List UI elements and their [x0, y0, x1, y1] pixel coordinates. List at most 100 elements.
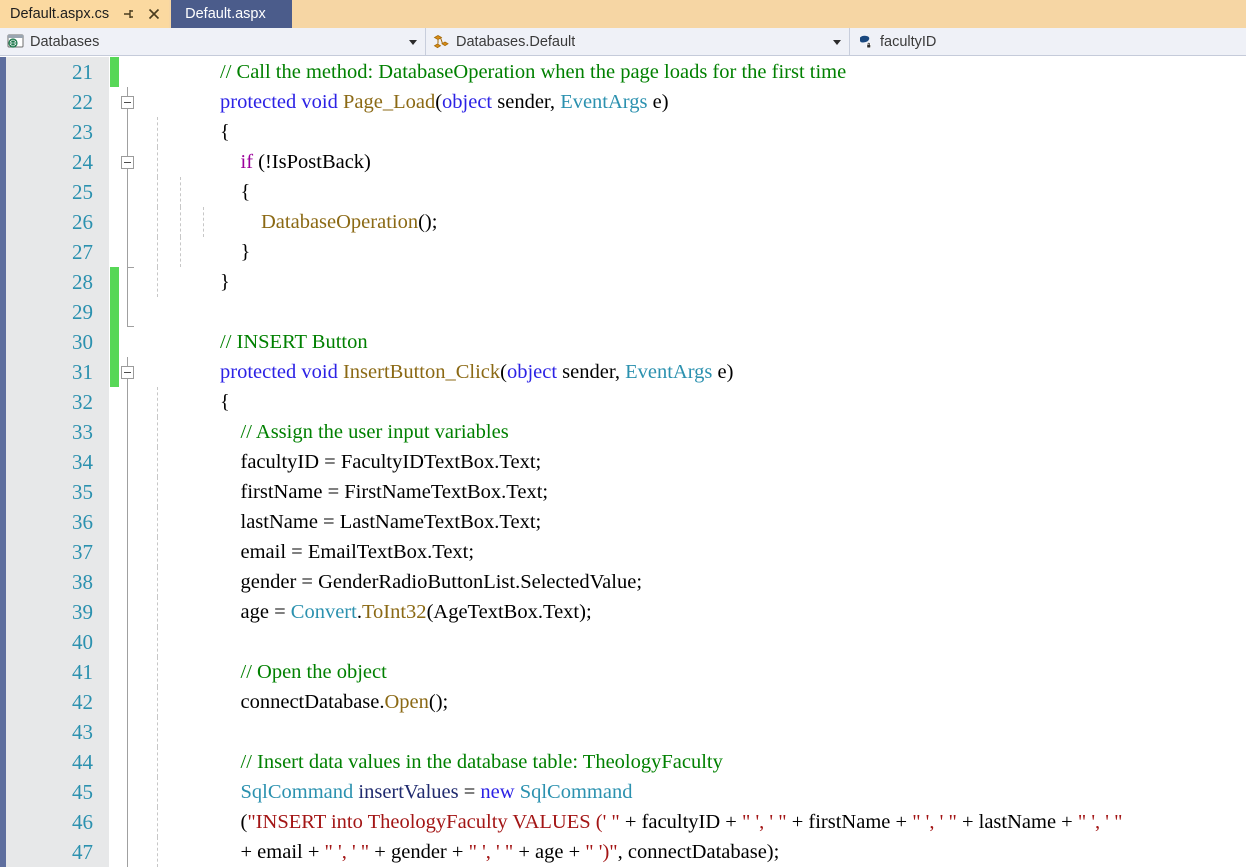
code-line[interactable]: 22 protected void Page_Load(object sende…: [0, 87, 1246, 117]
code-line[interactable]: 45 SqlCommand insertValues = new SqlComm…: [0, 777, 1246, 807]
member-dropdown[interactable]: facultyID: [849, 28, 1246, 55]
code-token: e): [647, 91, 669, 113]
code-line[interactable]: 30 // INSERT Button: [0, 327, 1246, 357]
chevron-down-icon[interactable]: [833, 39, 841, 45]
code-line[interactable]: 41 // Open the object: [0, 657, 1246, 687]
code-line[interactable]: 46 ("INSERT into TheologyFaculty VALUES …: [0, 807, 1246, 837]
code-token: e): [712, 361, 734, 383]
code-text[interactable]: facultyID = FacultyIDTextBox.Text;: [138, 447, 542, 477]
code-text[interactable]: ("INSERT into TheologyFaculty VALUES (' …: [138, 807, 1123, 837]
code-line[interactable]: 34 facultyID = FacultyIDTextBox.Text;: [0, 447, 1246, 477]
code-line[interactable]: 23 {: [0, 117, 1246, 147]
code-line[interactable]: 25 {: [0, 177, 1246, 207]
code-line[interactable]: 37 email = EmailTextBox.Text;: [0, 537, 1246, 567]
tab-default-aspx-cs[interactable]: Default.aspx.cs: [0, 0, 170, 28]
code-line[interactable]: 35 firstName = FirstNameTextBox.Text;: [0, 477, 1246, 507]
code-text[interactable]: age = Convert.ToInt32(AgeTextBox.Text);: [138, 597, 592, 627]
code-line[interactable]: 38 gender = GenderRadioButtonList.Select…: [0, 567, 1246, 597]
code-token: + gender +: [369, 841, 469, 863]
code-token: InsertButton_Click: [342, 361, 501, 383]
line-number: 23: [6, 117, 98, 147]
fold-collapse-button[interactable]: [121, 156, 134, 169]
code-token: + lastName +: [956, 811, 1078, 833]
code-line[interactable]: 27 }: [0, 237, 1246, 267]
chevron-down-icon[interactable]: [409, 39, 417, 45]
code-text[interactable]: + email + " ', ' " + gender + " ', ' " +…: [138, 837, 780, 867]
code-token: " ', ' ": [912, 811, 957, 833]
code-line[interactable]: 39 age = Convert.ToInt32(AgeTextBox.Text…: [0, 597, 1246, 627]
code-token: "INSERT into TheologyFaculty VALUES (' ": [247, 811, 620, 833]
code-line[interactable]: 40: [0, 627, 1246, 657]
code-text[interactable]: gender = GenderRadioButtonList.SelectedV…: [138, 567, 643, 597]
code-line[interactable]: 26 DatabaseOperation();: [0, 207, 1246, 237]
type-dropdown[interactable]: Databases.Default: [425, 28, 849, 55]
code-text[interactable]: // Assign the user input variables: [138, 417, 509, 447]
code-text[interactable]: {: [138, 177, 251, 207]
code-line[interactable]: 28 }: [0, 267, 1246, 297]
project-dropdown[interactable]: Databases: [0, 28, 425, 55]
code-text[interactable]: // Call the method: DatabaseOperation wh…: [138, 57, 846, 87]
change-bar: [110, 507, 119, 537]
code-line[interactable]: 43: [0, 717, 1246, 747]
code-line[interactable]: 33 // Assign the user input variables: [0, 417, 1246, 447]
code-text[interactable]: DatabaseOperation();: [138, 207, 437, 237]
close-icon[interactable]: [147, 7, 161, 21]
code-text[interactable]: email = EmailTextBox.Text;: [138, 537, 475, 567]
code-text[interactable]: }: [138, 237, 251, 267]
code-text[interactable]: protected void Page_Load(object sender, …: [138, 87, 669, 117]
code-text[interactable]: {: [138, 387, 230, 417]
code-token: sender,: [492, 91, 561, 113]
code-token: " ', ' ": [324, 841, 370, 863]
code-line[interactable]: 36 lastName = LastNameTextBox.Text;: [0, 507, 1246, 537]
code-text[interactable]: // Insert data values in the database ta…: [138, 747, 723, 777]
code-text[interactable]: {: [138, 117, 230, 147]
code-token: object: [442, 91, 493, 113]
code-line[interactable]: 42 connectDatabase.Open();: [0, 687, 1246, 717]
indent-guide: [157, 717, 158, 747]
pin-icon[interactable]: [122, 7, 136, 21]
code-text[interactable]: // Open the object: [138, 657, 387, 687]
code-line-list: 21 // Call the method: DatabaseOperation…: [0, 57, 1246, 867]
code-text[interactable]: connectDatabase.Open();: [138, 687, 449, 717]
fold-connector: [127, 837, 128, 867]
code-line[interactable]: 24 if (!IsPostBack): [0, 147, 1246, 177]
code-token: " ', ' ": [741, 811, 787, 833]
code-text[interactable]: SqlCommand insertValues = new SqlCommand: [138, 777, 633, 807]
fold-collapse-button[interactable]: [121, 96, 134, 109]
code-token: age =: [138, 601, 291, 623]
code-token: (: [500, 361, 507, 383]
code-text[interactable]: lastName = LastNameTextBox.Text;: [138, 507, 542, 537]
fold-connector: [127, 207, 128, 237]
fold-collapse-button[interactable]: [121, 366, 134, 379]
change-bar: [110, 627, 119, 657]
code-token: connectDatabase.: [138, 691, 385, 713]
code-text[interactable]: protected void InsertButton_Click(object…: [138, 357, 733, 387]
code-line[interactable]: 31 protected void InsertButton_Click(obj…: [0, 357, 1246, 387]
code-text[interactable]: // INSERT Button: [138, 327, 368, 357]
change-bar: [110, 447, 119, 477]
code-editor-surface[interactable]: 21 // Call the method: DatabaseOperation…: [0, 57, 1246, 867]
code-line[interactable]: 21 // Call the method: DatabaseOperation…: [0, 57, 1246, 87]
change-bar: [110, 237, 119, 267]
line-number: 25: [6, 177, 98, 207]
code-line[interactable]: 29: [0, 297, 1246, 327]
fold-connector: [127, 777, 128, 807]
code-text[interactable]: if (!IsPostBack): [138, 147, 371, 177]
code-line[interactable]: 44 // Insert data values in the database…: [0, 747, 1246, 777]
code-text[interactable]: firstName = FirstNameTextBox.Text;: [138, 477, 549, 507]
line-number: 36: [6, 507, 98, 537]
code-token: + email +: [138, 841, 325, 863]
change-bar: [110, 657, 119, 687]
code-text[interactable]: }: [138, 267, 230, 297]
code-token: ();: [418, 211, 438, 233]
code-token: // Call the method: DatabaseOperation wh…: [220, 61, 847, 83]
code-token: + firstName +: [786, 811, 913, 833]
code-line[interactable]: 47 + email + " ', ' " + gender + " ', ' …: [0, 837, 1246, 867]
line-number: 28: [6, 267, 98, 297]
fold-connector: [127, 627, 128, 657]
code-line[interactable]: 32 {: [0, 387, 1246, 417]
tab-default-aspx[interactable]: Default.aspx: [171, 0, 292, 28]
code-token: DatabaseOperation: [261, 211, 419, 233]
